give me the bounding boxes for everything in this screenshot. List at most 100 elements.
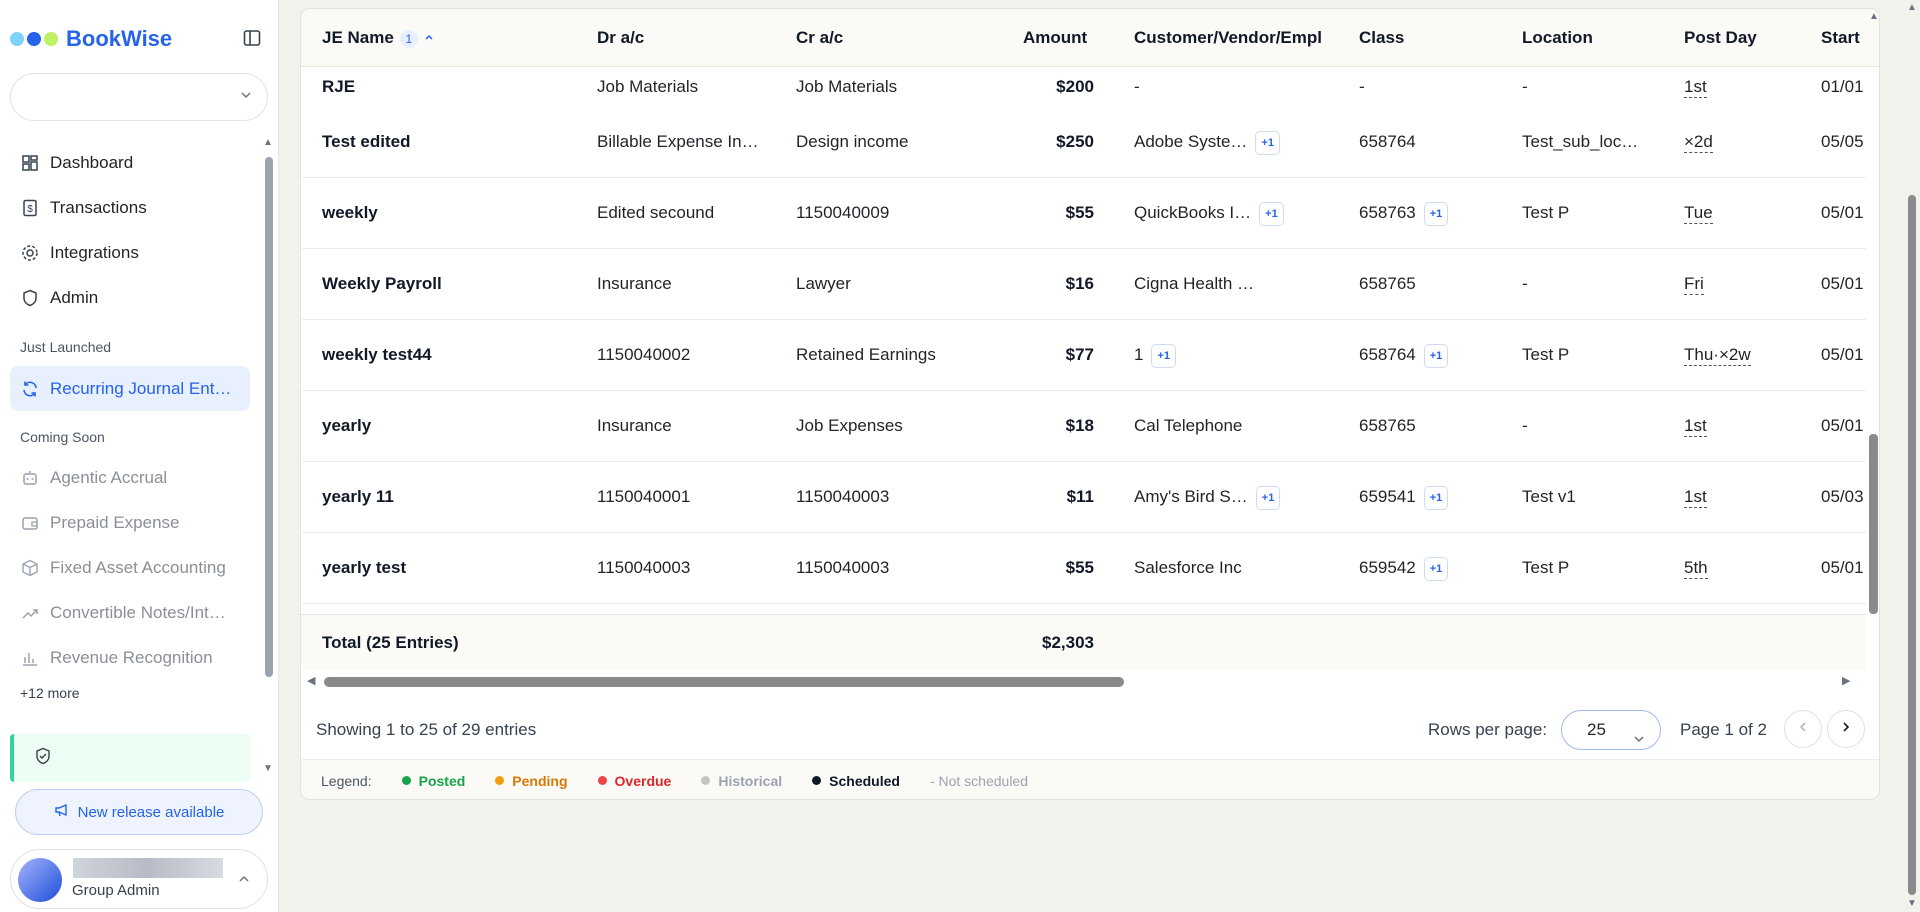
status-legend: Legend: Posted Pending Overdue Historica… xyxy=(301,759,1879,799)
nav-dashboard[interactable]: Dashboard xyxy=(10,140,250,185)
table-row[interactable]: RJE Job Materials Job Materials $200 - - - 1st 0… xyxy=(301,67,1866,108)
table-horizontal-scrollbar[interactable]: ◀ ▶ xyxy=(307,674,1852,688)
nav-admin[interactable]: Admin xyxy=(10,275,250,320)
rows-per-page-select[interactable]: 25 xyxy=(1561,710,1661,750)
trend-icon xyxy=(20,603,40,623)
page-scrollbar[interactable]: ▲ ▼ xyxy=(1904,0,1920,912)
nav-revenue-recognition[interactable]: Revenue Recognition xyxy=(10,635,250,680)
next-page-button[interactable] xyxy=(1827,710,1865,748)
table-vertical-scrollbar[interactable]: ▲ xyxy=(1866,9,1879,614)
scrollbar-thumb[interactable] xyxy=(1869,434,1878,614)
cell-customer: Adobe Syste… +1 xyxy=(1134,107,1349,177)
scroll-down-arrow-icon[interactable]: ▼ xyxy=(1907,898,1917,909)
cell-text[interactable]: 1st xyxy=(1684,416,1707,437)
col-customer-vendor[interactable]: Customer/Vendor/Empl xyxy=(1134,28,1334,48)
cell-customer: QuickBooks I… +1 xyxy=(1134,178,1349,248)
brand-logo[interactable]: BookWise xyxy=(10,24,172,54)
nav-label: Dashboard xyxy=(50,152,134,172)
cell-text: $250 xyxy=(1056,132,1094,151)
more-count-chip[interactable]: +1 xyxy=(1255,485,1281,510)
table-row[interactable]: weekly Edited secound 1150040009 $55 QuickBo… xyxy=(301,178,1866,249)
col-dr-account[interactable]: Dr a/c xyxy=(597,28,644,48)
cell-text: - xyxy=(1359,77,1365,96)
col-amount[interactable]: Amount xyxy=(1023,28,1087,48)
nav-transactions[interactable]: $ Transactions xyxy=(10,185,250,230)
cell-dr: 1150040003 xyxy=(597,533,782,603)
nav-integrations[interactable]: Integrations xyxy=(10,230,250,275)
more-count-chip[interactable]: +1 xyxy=(1423,485,1449,510)
col-location[interactable]: Location xyxy=(1522,28,1593,48)
nav-recurring-journal-entries[interactable]: Recurring Journal Ent… xyxy=(10,366,250,411)
legend-label: Historical xyxy=(718,772,783,789)
col-cr-account[interactable]: Cr a/c xyxy=(796,28,843,48)
sidebar-scrollbar[interactable]: ▲ ▼ xyxy=(263,137,273,777)
user-name-redacted xyxy=(73,858,223,878)
more-count-chip[interactable]: +1 xyxy=(1255,130,1280,155)
cell-text[interactable]: Fri xyxy=(1684,274,1704,295)
refresh-icon xyxy=(20,379,40,399)
cell-text[interactable]: 5th xyxy=(1684,558,1708,579)
cell-dr: 1150040002 xyxy=(597,320,782,390)
nav-prepaid-expense[interactable]: Prepaid Expense xyxy=(10,500,250,545)
table-row[interactable]: yearly 11 1150040001 1150040003 $11 Amy's Bi… xyxy=(301,462,1866,533)
new-release-label: New release available xyxy=(77,803,225,821)
table-row[interactable]: yearly Insurance Job Expenses $18 Cal Teleph… xyxy=(301,391,1866,462)
table-row[interactable]: yearly test 1150040003 1150040003 $55 Salesf… xyxy=(301,533,1866,604)
more-count-chip[interactable]: +1 xyxy=(1259,201,1284,226)
col-post-day[interactable]: Post Day xyxy=(1684,28,1757,48)
scroll-up-arrow-icon[interactable]: ▲ xyxy=(1907,2,1917,13)
cell-text[interactable]: 1st xyxy=(1684,487,1707,508)
scrollbar-thumb[interactable] xyxy=(265,157,273,677)
organization-select[interactable] xyxy=(10,73,268,121)
table-row[interactable]: weekly test44 1150040002 Retained Earnings… xyxy=(301,320,1866,391)
cell-start: 05/01 xyxy=(1821,249,1866,319)
scroll-up-arrow-icon[interactable]: ▲ xyxy=(1869,11,1879,22)
nav-convertible-notes[interactable]: Convertible Notes/Int… xyxy=(10,590,250,635)
status-card[interactable] xyxy=(10,734,250,782)
col-class[interactable]: Class xyxy=(1359,28,1404,48)
previous-page-button[interactable] xyxy=(1784,710,1822,748)
more-count-chip[interactable]: +1 xyxy=(1423,556,1449,581)
nav-fixed-asset-accounting[interactable]: Fixed Asset Accounting xyxy=(10,545,250,590)
scrollbar-thumb[interactable] xyxy=(324,677,1124,687)
cell-text[interactable]: Thu·×2w xyxy=(1684,345,1751,366)
cell-dr: 1150040001 xyxy=(597,462,782,532)
cell-dr: Job Materials xyxy=(597,67,782,107)
col-je-name[interactable]: JE Name 1 xyxy=(322,28,435,48)
more-count-chip[interactable]: +1 xyxy=(1151,343,1177,368)
sidebar-toggle-icon[interactable] xyxy=(241,27,263,49)
cell-text: Job Materials xyxy=(597,77,699,96)
sidebar: BookWise Dashboard $ Transactions Integr… xyxy=(0,0,279,912)
cell-text[interactable]: ×2d xyxy=(1684,132,1713,153)
scrollbar-thumb[interactable] xyxy=(1908,195,1916,895)
cell-text: Salesforce Inc xyxy=(1134,558,1242,577)
more-count-chip[interactable]: +1 xyxy=(1423,343,1449,368)
user-menu[interactable]: Group Admin xyxy=(10,849,268,909)
nav-label: Transactions xyxy=(50,197,147,217)
nav-label: Admin xyxy=(50,287,99,307)
legend-label: - Not scheduled xyxy=(929,772,1029,789)
new-release-button[interactable]: New release available xyxy=(15,789,263,835)
cell-text[interactable]: Tue xyxy=(1684,203,1713,224)
col-start[interactable]: Start xyxy=(1821,28,1866,48)
scroll-left-arrow-icon[interactable]: ◀ xyxy=(307,674,315,687)
cell-text: Test P xyxy=(1522,203,1570,222)
legend-label: Overdue xyxy=(614,772,672,789)
cell-text: 1150040009 xyxy=(796,203,890,222)
cell-text: $55 xyxy=(1065,203,1094,222)
megaphone-icon xyxy=(54,802,70,822)
nav-agentic-accrual[interactable]: Agentic Accrual xyxy=(10,455,250,500)
table-row[interactable]: Test edited Billable Expense In… Design in… xyxy=(301,107,1866,178)
more-count-chip[interactable]: +1 xyxy=(1423,201,1449,226)
more-link[interactable]: +12 more xyxy=(10,678,80,708)
scroll-down-arrow-icon[interactable]: ▼ xyxy=(263,763,273,774)
sort-order-badge: 1 xyxy=(399,30,418,48)
legend-label: Scheduled xyxy=(829,772,900,789)
legend-historical: Historical xyxy=(701,773,782,789)
table-row[interactable]: Weekly Payroll Insurance Lawyer $16 Cigna He… xyxy=(301,249,1866,320)
cell-post-day: 5th xyxy=(1684,533,1814,603)
scroll-up-arrow-icon[interactable]: ▲ xyxy=(263,137,273,148)
cell-location: Test v1 xyxy=(1522,462,1672,532)
cell-text[interactable]: 1st xyxy=(1684,77,1707,98)
scroll-right-arrow-icon[interactable]: ▶ xyxy=(1842,674,1850,687)
